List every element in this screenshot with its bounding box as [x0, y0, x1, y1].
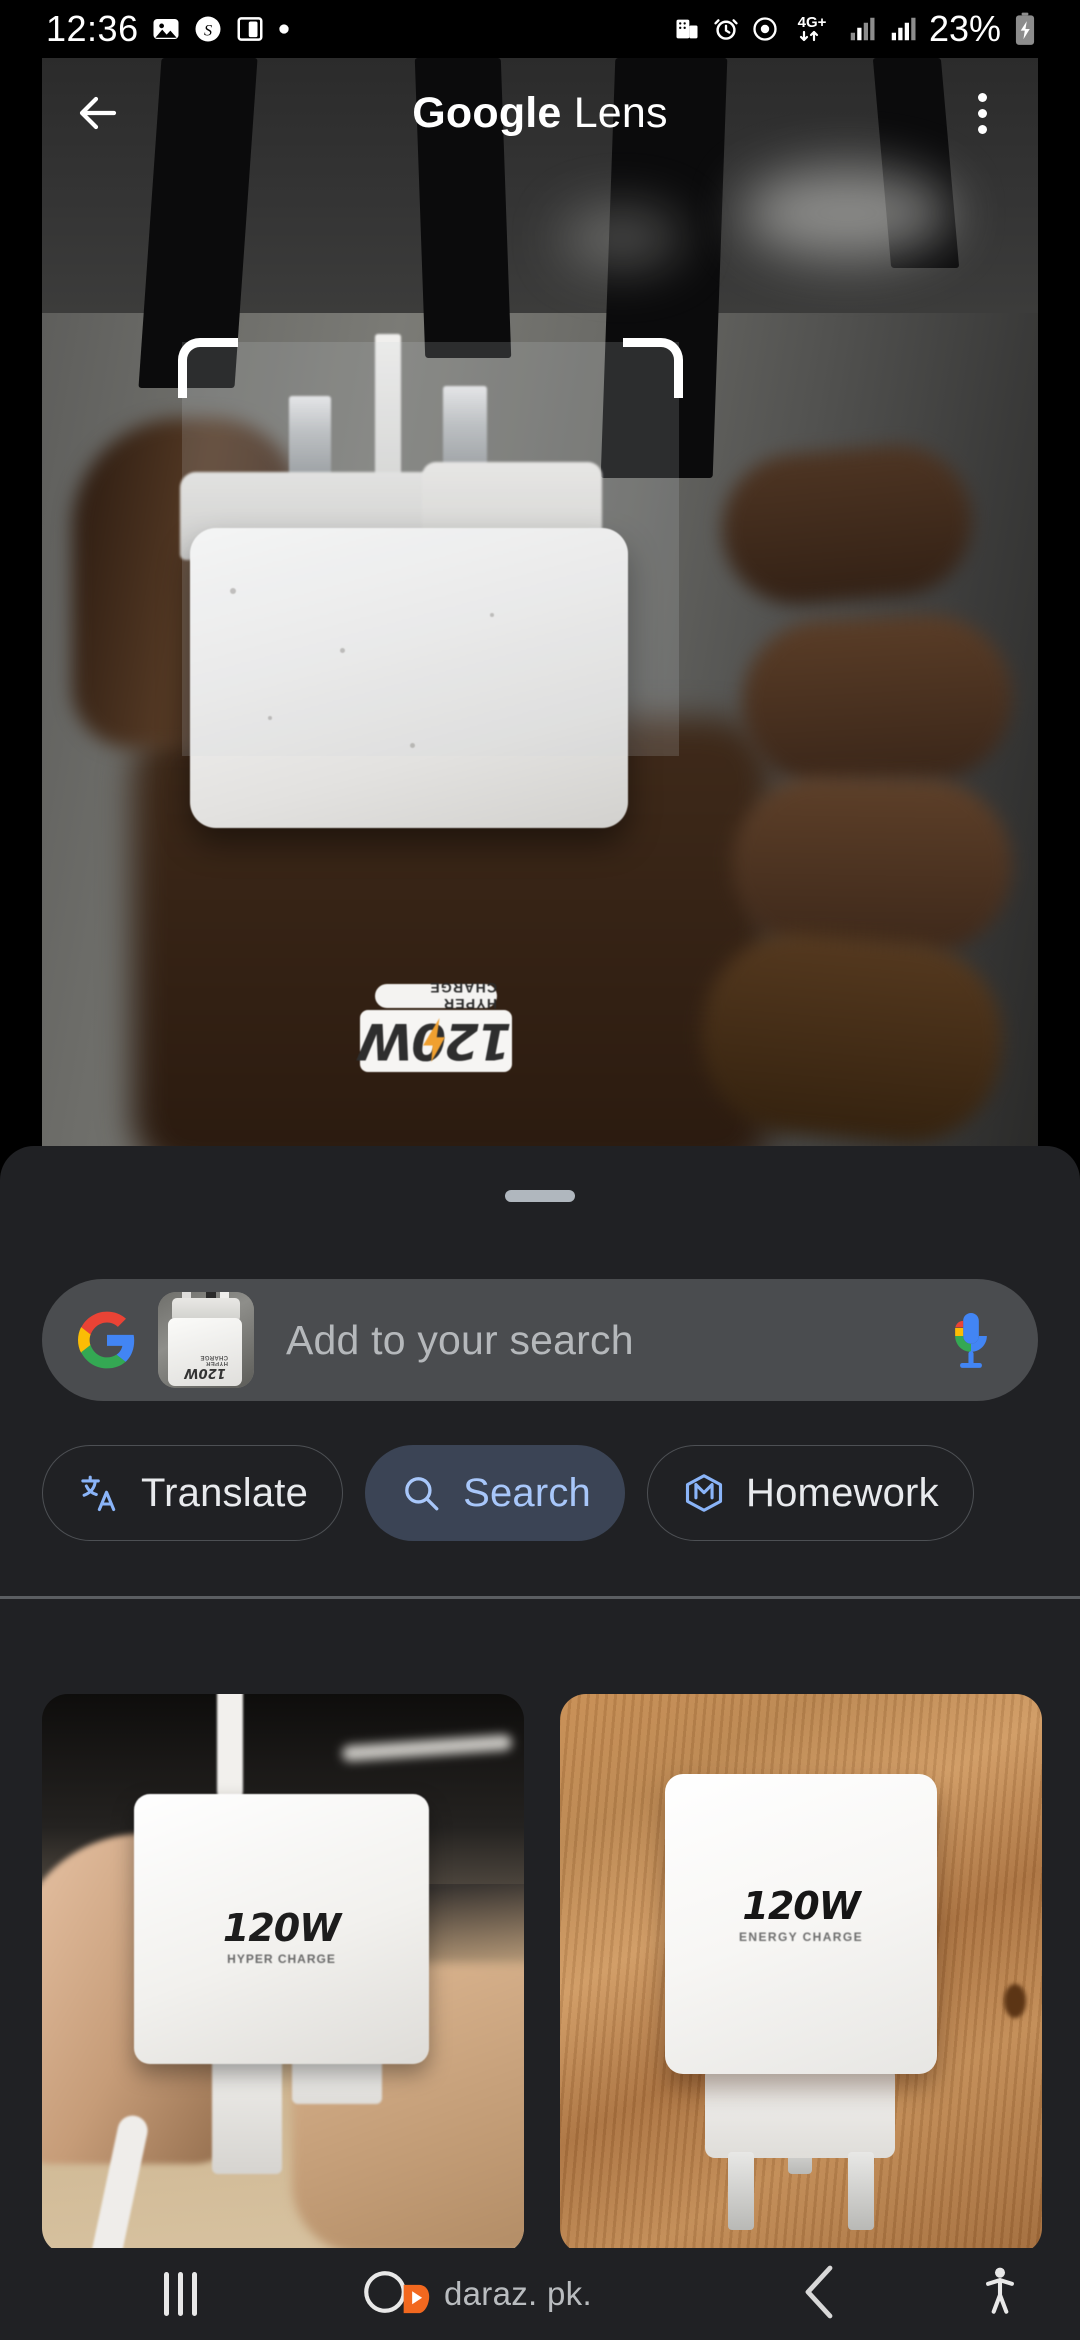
hand-finger — [730, 775, 1014, 956]
accessibility-button[interactable] — [920, 2248, 1080, 2340]
charger-hypercharge-text: HYPER CHARGE — [429, 980, 497, 1012]
chip-translate-label: Translate — [141, 1470, 309, 1515]
accessibility-icon — [977, 2266, 1023, 2323]
chip-search[interactable]: Search — [365, 1445, 626, 1541]
search-bar[interactable]: HYPER CHARGE 120W Add to your search — [42, 1279, 1038, 1401]
background-highlight — [562, 208, 682, 268]
screen-record-icon — [235, 14, 265, 44]
more-vertical-icon — [977, 92, 987, 102]
more-options-button[interactable] — [942, 73, 1022, 153]
visual-results-section: 120W HYPER CHARGE 120W ENERGY CHARGE — [0, 1599, 1080, 2340]
result-wattage-label: 120W — [742, 1884, 860, 1928]
phone-screen: 12:36 S 4G+ 23% HYPER CHARGE Google Lens… — [0, 0, 1080, 2340]
charger-hypercharge-label: HYPER CHARGE — [375, 980, 497, 1012]
chip-homework-label: Homework — [746, 1470, 939, 1515]
page-title: Google Lens — [42, 89, 1038, 138]
result-sub-label: HYPER CHARGE — [227, 1952, 336, 1966]
skype-icon: S — [193, 14, 223, 44]
chip-search-label: Search — [463, 1470, 592, 1515]
captured-image: HYPER CHARGE 120W — [42, 58, 1038, 1170]
search-icon — [399, 1471, 443, 1515]
background-highlight — [742, 168, 952, 258]
back-button[interactable] — [58, 73, 138, 153]
system-navigation-bar: daraz. pk. — [0, 2248, 1080, 2340]
signal-bars-2-icon — [888, 14, 918, 44]
bottom-sheet: HYPER CHARGE 120W Add to your search Tra… — [0, 1146, 1080, 2340]
microphone-icon[interactable] — [944, 1309, 998, 1371]
status-clock: 12:36 — [46, 8, 139, 49]
nav-back-icon — [800, 2264, 840, 2325]
result-wattage-label: 120W — [222, 1906, 341, 1950]
results-grid: 120W HYPER CHARGE 120W ENERGY CHARGE — [42, 1694, 1042, 2254]
crop-corner-top-right[interactable] — [623, 338, 683, 398]
svg-text:S: S — [204, 21, 212, 39]
recents-button[interactable] — [0, 2248, 360, 2340]
dot-icon — [277, 22, 291, 36]
more-vertical-icon — [977, 108, 987, 118]
lens-header: Google Lens — [42, 58, 1038, 168]
google-g-icon — [78, 1311, 136, 1369]
status-bar-right: 4G+ 23% — [673, 8, 1038, 50]
svg-text:4G+: 4G+ — [798, 14, 827, 31]
photos-icon — [151, 14, 181, 44]
captured-image-viewport[interactable]: HYPER CHARGE 120W Google Lens — [42, 58, 1038, 1170]
page-title-brand: Google — [412, 88, 562, 137]
status-bar: 12:36 S 4G+ 23% — [0, 0, 1080, 58]
chip-translate[interactable]: Translate — [42, 1445, 344, 1541]
search-input[interactable]: Add to your search — [286, 1317, 944, 1364]
result-card[interactable]: 120W HYPER CHARGE — [42, 1694, 524, 2254]
homework-icon — [682, 1471, 726, 1515]
image-thumbnail-icon[interactable]: HYPER CHARGE 120W — [158, 1292, 254, 1388]
chip-homework[interactable]: Homework — [647, 1445, 974, 1541]
crop-corner-top-left[interactable] — [178, 338, 238, 398]
status-bar-left: 12:36 S — [46, 8, 291, 50]
result-sub-label: ENERGY CHARGE — [739, 1930, 863, 1944]
home-button[interactable]: daraz. pk. — [360, 2248, 720, 2340]
back-nav-button[interactable] — [720, 2248, 920, 2340]
network-4g-icon: 4G+ — [790, 10, 836, 48]
thumbnail-label: 120W — [184, 1365, 226, 1381]
lightning-bolt-icon — [420, 1018, 448, 1062]
result-card[interactable]: 120W ENERGY CHARGE — [560, 1694, 1042, 2254]
battery-percent-label: 23% — [928, 8, 1001, 49]
action-chips: Translate Search Homework — [42, 1445, 1042, 1541]
daraz-icon — [400, 2282, 430, 2321]
more-vertical-icon — [977, 124, 987, 134]
signal-bars-1-icon — [847, 14, 877, 44]
location-icon — [751, 15, 779, 43]
app-label: daraz. pk. — [444, 2275, 592, 2312]
hand-finger — [737, 611, 1017, 790]
gallery-icon — [673, 15, 701, 43]
alarm-icon — [712, 15, 740, 43]
translate-icon — [77, 1471, 121, 1515]
recents-icon — [163, 2272, 197, 2316]
sheet-drag-handle[interactable] — [505, 1190, 575, 1202]
battery-charging-icon — [1012, 12, 1038, 46]
page-title-product: Lens — [561, 88, 668, 137]
crop-selection-frame[interactable] — [178, 338, 683, 756]
